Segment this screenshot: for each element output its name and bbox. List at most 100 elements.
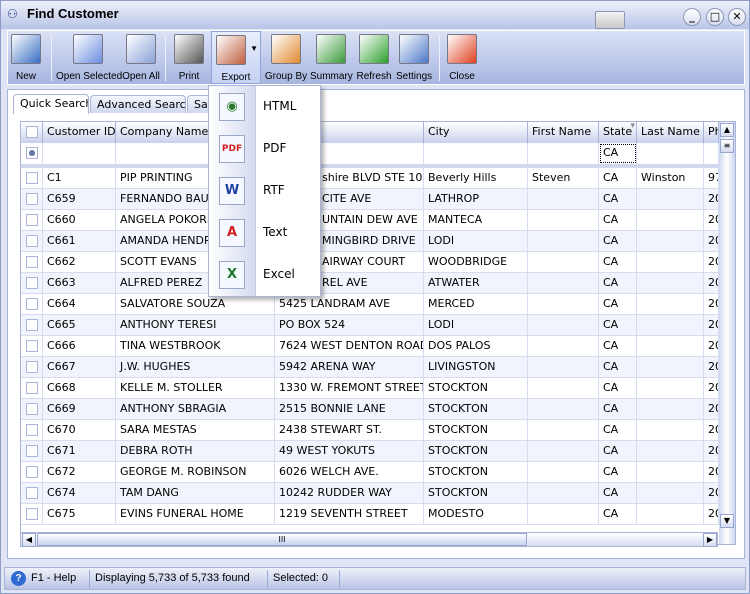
table-cell: 20 <box>704 441 719 462</box>
table-cell <box>528 294 599 315</box>
table-row[interactable]: C675 EVINS FUNERAL HOME 1219 SEVENTH STREE… <box>21 504 719 525</box>
row-checkbox[interactable] <box>26 256 38 268</box>
column-header[interactable]: City <box>424 122 528 143</box>
filter-cell[interactable] <box>424 143 528 164</box>
cell-value: LODI <box>428 318 455 331</box>
row-checkbox[interactable] <box>26 508 38 520</box>
table-row[interactable]: C1 PIP PRINTING shire BLVD STE 1000 Beverly… <box>21 168 719 189</box>
open-selected-icon <box>73 34 103 64</box>
scroll-down-button[interactable]: ▼ <box>720 514 734 528</box>
group-by-button[interactable]: Group By <box>264 31 308 84</box>
cell-value: C671 <box>47 444 76 457</box>
dock-button[interactable] <box>595 11 625 29</box>
export-html-item[interactable]: ◉ HTML <box>209 86 320 128</box>
filter-cell[interactable]: CA <box>599 143 637 164</box>
title-bar: ⚇ Find Customer _ □ ✕ <box>1 1 749 29</box>
row-checkbox[interactable] <box>26 172 38 184</box>
select-all-header[interactable] <box>21 122 43 143</box>
row-checkbox[interactable] <box>26 277 38 289</box>
settings-button[interactable]: Settings <box>396 31 432 84</box>
filter-cell[interactable] <box>637 143 704 164</box>
row-checkbox[interactable] <box>26 403 38 415</box>
cell-value: C662 <box>47 255 76 268</box>
table-cell: 1219 SEVENTH STREET <box>275 504 424 525</box>
summary-button[interactable]: Summary <box>310 31 353 84</box>
row-checkbox[interactable] <box>26 424 38 436</box>
row-checkbox[interactable] <box>26 445 38 457</box>
row-checkbox[interactable] <box>26 361 38 373</box>
row-checkbox[interactable] <box>26 235 38 247</box>
column-header[interactable]: Last Name <box>637 122 704 143</box>
state-filter-input[interactable]: CA <box>603 146 618 159</box>
tab-advanced-search[interactable]: Advanced Search <box>90 95 186 113</box>
refresh-button[interactable]: Refresh <box>354 31 394 84</box>
open-selected-button[interactable]: Open Selected <box>56 31 123 84</box>
filter-cell[interactable] <box>21 143 43 164</box>
table-row[interactable]: C668 KELLE M. STOLLER 1330 W. FREMONT STRE… <box>21 378 719 399</box>
table-row[interactable]: C664 SALVATORE SOUZA 5425 LANDRAM AVE MERCE… <box>21 294 719 315</box>
scroll-right-button[interactable]: ▶ <box>703 533 717 547</box>
column-header[interactable]: Customer ID <box>43 122 116 143</box>
row-checkbox[interactable] <box>26 319 38 331</box>
table-cell: C670 <box>43 420 116 441</box>
column-header[interactable]: Ph <box>704 122 719 143</box>
row-checkbox[interactable] <box>26 340 38 352</box>
filter-cell[interactable] <box>43 143 116 164</box>
table-row[interactable]: C659FERNANDO BAUDRCITE AVELATHROPCA20 <box>21 189 719 210</box>
open-all-button[interactable]: Open All <box>120 31 162 84</box>
column-header[interactable]: State ▾ <box>599 122 637 143</box>
row-checkbox[interactable] <box>26 193 38 205</box>
menu-item-label: Text <box>263 225 288 239</box>
close-button[interactable]: ✕ <box>728 8 746 26</box>
vertical-scrollbar[interactable]: ▲ ≡ ▼ <box>719 122 735 544</box>
scroll-left-button[interactable]: ◀ <box>22 533 36 547</box>
column-header[interactable]: First Name <box>528 122 599 143</box>
row-checkbox[interactable] <box>26 298 38 310</box>
minimize-button[interactable]: _ <box>683 8 701 26</box>
tab-quick-search[interactable]: Quick Search <box>13 94 89 114</box>
table-cell: CA <box>599 420 637 441</box>
row-checkbox[interactable] <box>26 487 38 499</box>
print-button[interactable]: Print <box>168 31 210 84</box>
scroll-thumb[interactable]: III <box>37 533 527 546</box>
new-button[interactable]: New <box>8 31 44 84</box>
export-excel-item[interactable]: X Excel <box>209 254 320 296</box>
table-row[interactable]: C669 ANTHONY SBRAGIA 2515 BONNIE LANE STOCK… <box>21 399 719 420</box>
table-row[interactable]: C671 DEBRA ROTH 49 WEST YOKUTS STOCKTON CA 20 <box>21 441 719 462</box>
row-checkbox[interactable] <box>26 214 38 226</box>
table-cell: 20 <box>704 252 719 273</box>
filter-cell[interactable] <box>528 143 599 164</box>
table-row[interactable]: C662 SCOTT EVANS AIRWAY COURT WOODBRIDGE CA 2… <box>21 252 719 273</box>
row-checkbox-cell <box>21 336 43 357</box>
table-row[interactable]: C670 SARA MESTAS 2438 STEWART ST. STOCKTON C… <box>21 420 719 441</box>
cell-value: PO BOX 524 <box>279 318 346 331</box>
column-chooser-button[interactable]: ≡ <box>720 139 734 153</box>
export-button[interactable]: ▼ Export <box>211 31 261 84</box>
table-row[interactable]: C672 GEORGE M. ROBINSON 6026 WELCH AVE. STO… <box>21 462 719 483</box>
dropdown-arrow-icon[interactable]: ▼ <box>250 44 258 53</box>
export-pdf-item[interactable]: PDF PDF <box>209 128 320 170</box>
row-checkbox[interactable] <box>26 382 38 394</box>
table-row[interactable]: C674 TAM DANG 10242 RUDDER WAY STOCKTON CA 20 <box>21 483 719 504</box>
table-row[interactable]: C666 TINA WESTBROOK 7624 WEST DENTON ROAD D… <box>21 336 719 357</box>
table-row[interactable]: C660 ANGELA POKORNY UNTAIN DEW AVE MANTECA C… <box>21 210 719 231</box>
maximize-button[interactable]: □ <box>706 8 724 26</box>
close-button[interactable]: Close <box>444 31 480 84</box>
help-hint[interactable]: F1 - Help <box>31 572 76 584</box>
export-rtf-item[interactable]: W RTF <box>209 170 320 212</box>
cell-value: C668 <box>47 381 76 394</box>
select-all-checkbox[interactable] <box>26 126 38 138</box>
toolbar-label: Open Selected <box>56 71 123 82</box>
filter-icon[interactable]: ▾ <box>630 122 635 136</box>
table-row[interactable]: C667 J.W. HUGHES 5942 ARENA WAY LIVINGSTON C… <box>21 357 719 378</box>
scroll-up-button[interactable]: ▲ <box>720 123 734 137</box>
export-text-item[interactable]: A Text <box>209 212 320 254</box>
table-row[interactable]: C665 ANTHONY TERESI PO BOX 524 LODI CA 20 <box>21 315 719 336</box>
horizontal-scrollbar[interactable]: ◀ III ▶ <box>20 532 718 547</box>
filter-cell[interactable] <box>704 143 719 164</box>
filter-checkbox[interactable] <box>26 147 38 159</box>
table-row[interactable]: C663 ALFRED PEREZ REL AVE ATWATER CA 20 <box>21 273 719 294</box>
table-row[interactable]: C661AMANDA HENDRICMINGBIRD DRIVELODICA20 <box>21 231 719 252</box>
cell-value: ANTHONY TERESI <box>120 318 217 331</box>
row-checkbox[interactable] <box>26 466 38 478</box>
